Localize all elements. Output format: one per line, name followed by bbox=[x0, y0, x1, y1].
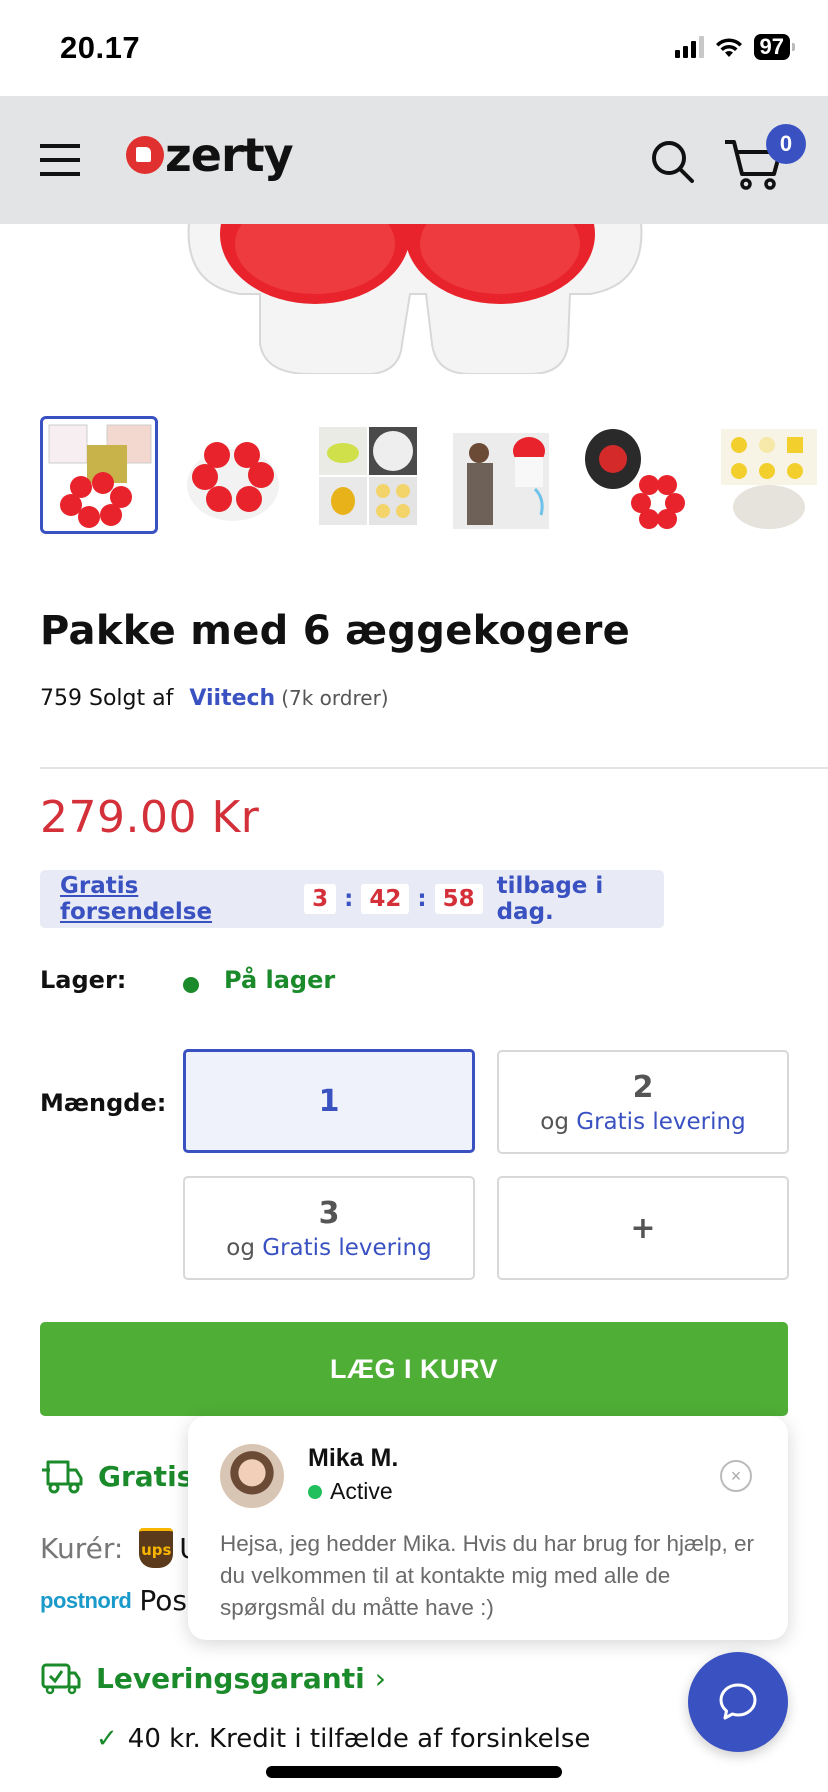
search-icon bbox=[652, 141, 694, 183]
free-shipping-countdown: Gratis forsendelse 3 : 42 : 58 tilbage i… bbox=[40, 870, 664, 928]
quantity-value: 1 bbox=[318, 1083, 340, 1119]
thumbnail-image bbox=[319, 427, 417, 525]
menu-icon[interactable] bbox=[40, 144, 80, 176]
wifi-icon bbox=[715, 38, 742, 57]
search-button[interactable] bbox=[645, 134, 701, 190]
egg-cooker-image bbox=[187, 224, 643, 374]
seller-orders: (7k ordrer) bbox=[281, 686, 389, 710]
stock-label: Lager: bbox=[40, 966, 127, 994]
agent-name: Mika M. bbox=[308, 1444, 399, 1472]
countdown-tail-text: tilbage i dag. bbox=[496, 873, 604, 925]
close-icon[interactable]: × bbox=[720, 1460, 752, 1492]
thumbnail-image bbox=[48, 424, 152, 528]
truck-check-icon bbox=[41, 1663, 81, 1695]
delivery-guarantee-link[interactable]: Leveringsgaranti › bbox=[40, 1661, 386, 1695]
chat-bubble-icon bbox=[719, 1683, 757, 1720]
product-price: 279.00 Kr bbox=[40, 792, 260, 843]
quantity-value: 3 bbox=[318, 1195, 340, 1231]
guarantee-bullet: ✓ 40 kr. Kredit i tilfælde af forsinkels… bbox=[96, 1724, 590, 1754]
chat-button[interactable] bbox=[688, 1652, 788, 1752]
courier-info: Kurér: ups U bbox=[40, 1528, 200, 1568]
bonus-prefix: og bbox=[540, 1108, 569, 1135]
cart-count-badge: 0 bbox=[766, 124, 806, 164]
truck-icon bbox=[42, 1460, 83, 1494]
agent-status: Active bbox=[308, 1478, 393, 1505]
quantity-option-2[interactable]: 2 og Gratis levering bbox=[497, 1050, 789, 1154]
guarantee-bullet-text: 40 kr. Kredit i tilfælde af forsinkelse bbox=[127, 1724, 591, 1754]
quantity-option-3[interactable]: 3 og Gratis levering bbox=[183, 1176, 475, 1280]
thumbnail-1[interactable] bbox=[40, 416, 158, 534]
thumbnail-strip bbox=[40, 416, 828, 536]
agent-avatar bbox=[220, 1444, 284, 1508]
status-time: 20.17 bbox=[60, 30, 141, 65]
postnord-info: postnord Pos bbox=[40, 1584, 187, 1617]
free-shipping-link[interactable]: Gratis forsendelse bbox=[60, 873, 292, 925]
add-to-cart-button[interactable]: LÆG I KURV bbox=[40, 1322, 788, 1416]
thumbnail-2[interactable] bbox=[174, 416, 292, 534]
countdown-separator: : bbox=[344, 886, 354, 912]
free-shipping-label: Gratis bbox=[98, 1459, 194, 1493]
status-bar: 20.17 97 bbox=[0, 0, 828, 96]
quantity-value: 2 bbox=[632, 1069, 654, 1105]
status-icons: 97 bbox=[674, 34, 796, 60]
stock-status-dot-icon bbox=[183, 977, 199, 993]
bonus-text: Gratis levering bbox=[262, 1234, 432, 1261]
quantity-option-more[interactable]: + bbox=[497, 1176, 789, 1280]
logo[interactable]: zerty bbox=[126, 128, 294, 182]
free-shipping-info: Gratis bbox=[40, 1458, 193, 1494]
stock-status: På lager bbox=[224, 966, 336, 994]
thumbnail-image bbox=[187, 442, 279, 521]
ups-logo-icon: ups bbox=[139, 1528, 174, 1568]
countdown-minutes: 42 bbox=[361, 884, 410, 914]
guarantee-label: Leveringsgaranti bbox=[96, 1661, 365, 1695]
countdown-separator: : bbox=[417, 886, 427, 912]
quantity-bonus: og Gratis levering bbox=[226, 1235, 431, 1261]
product-main-image[interactable] bbox=[0, 224, 828, 374]
site-header: zerty 0 bbox=[0, 96, 828, 224]
quantity-option-1[interactable]: 1 bbox=[183, 1049, 475, 1153]
chat-message: Hejsa, jeg hedder Mika. Hvis du har brug… bbox=[220, 1531, 755, 1620]
quantity-bonus: og Gratis levering bbox=[540, 1109, 745, 1135]
signal-icon bbox=[674, 36, 704, 58]
checkmark-icon: ✓ bbox=[96, 1724, 118, 1754]
seller-info: 759 Solgt af Viitech (7k ordrer) bbox=[40, 686, 389, 711]
thumbnail-image bbox=[453, 433, 549, 529]
postnord-name: Pos bbox=[139, 1584, 187, 1617]
online-dot-icon bbox=[308, 1484, 322, 1499]
home-indicator bbox=[266, 1766, 562, 1778]
thumbs-up-logo-icon bbox=[126, 136, 164, 174]
thumbnail-4[interactable] bbox=[442, 416, 560, 534]
thumbnail-image bbox=[585, 429, 685, 529]
chat-popup[interactable]: Mika M. Active × Hejsa, jeg hedder Mika.… bbox=[188, 1416, 788, 1640]
countdown-seconds: 58 bbox=[434, 884, 483, 914]
bonus-text: Gratis levering bbox=[576, 1108, 746, 1135]
logo-text: zerty bbox=[165, 128, 294, 182]
thumbnail-image bbox=[721, 429, 817, 529]
plus-icon: + bbox=[630, 1210, 656, 1246]
thumbnail-6[interactable] bbox=[710, 416, 828, 534]
seller-link[interactable]: Viitech bbox=[189, 686, 275, 711]
battery-indicator: 97 bbox=[753, 34, 796, 60]
countdown-hours: 3 bbox=[304, 884, 337, 914]
thumbnail-5[interactable] bbox=[576, 416, 694, 534]
bonus-prefix: og bbox=[226, 1234, 255, 1261]
courier-label: Kurér: bbox=[40, 1531, 124, 1565]
agent-status-text: Active bbox=[330, 1478, 393, 1504]
product-title: Pakke med 6 æggekogere bbox=[40, 608, 631, 654]
postnord-logo-icon: postnord bbox=[40, 1587, 132, 1613]
sold-count: 759 Solgt af bbox=[40, 686, 174, 711]
thumbnail-3[interactable] bbox=[308, 416, 426, 534]
chevron-right-icon: › bbox=[374, 1661, 386, 1695]
quantity-label: Mængde: bbox=[40, 1089, 167, 1117]
divider bbox=[40, 767, 828, 769]
